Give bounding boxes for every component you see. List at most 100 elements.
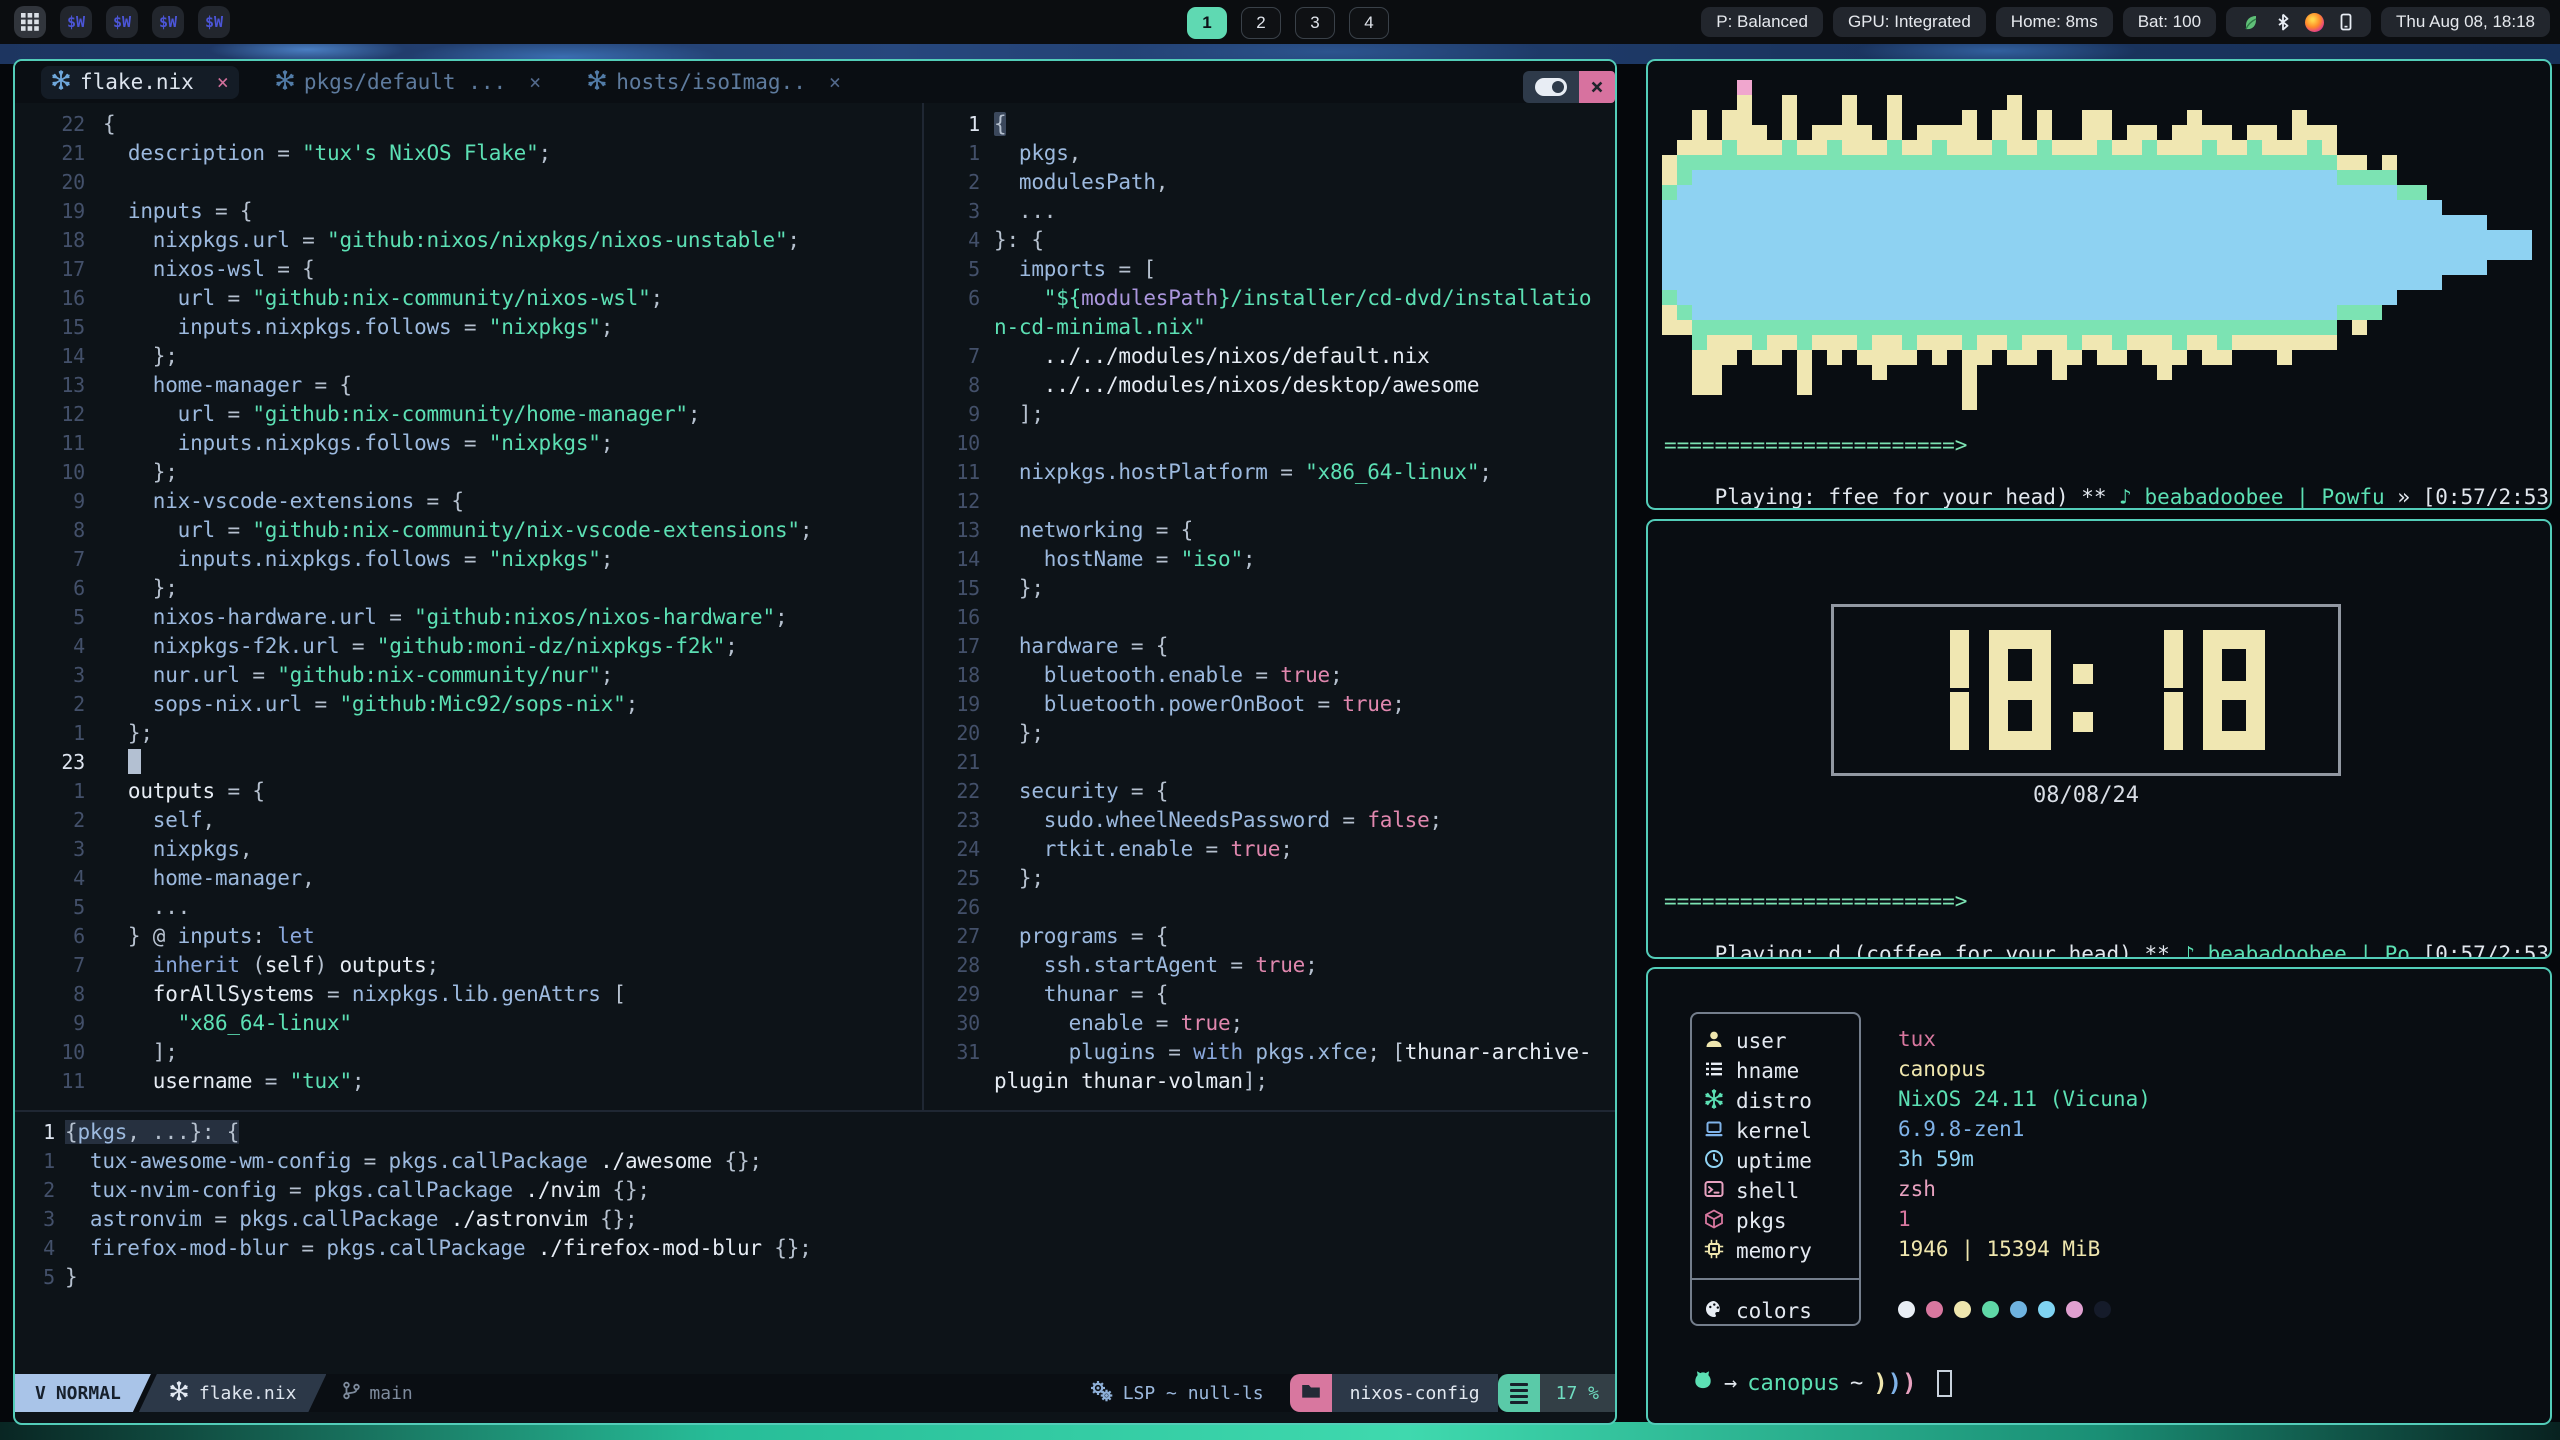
code-line[interactable]: plugin thunar-volman]; — [924, 1066, 1611, 1095]
code-line[interactable]: 4 nixpkgs-f2k.url = "github:moni-dz/nixp… — [21, 631, 920, 660]
code-line[interactable]: 4 firefox-mod-blur = pkgs.callPackage ./… — [21, 1233, 1611, 1262]
code-line[interactable]: 10 }; — [21, 457, 920, 486]
tag-1[interactable]: 1 — [1187, 7, 1227, 39]
code-line[interactable]: 3 astronvim = pkgs.callPackage ./astronv… — [21, 1204, 1611, 1233]
code-line[interactable]: 20 }; — [924, 718, 1611, 747]
code-line[interactable]: 7 inputs.nixpkgs.follows = "nixpkgs"; — [21, 544, 920, 573]
code-line[interactable]: 20 — [21, 167, 920, 196]
code-line[interactable]: 22 security = { — [924, 776, 1611, 805]
code-line[interactable]: 30 enable = true; — [924, 1008, 1611, 1037]
power-profile-pill[interactable]: P: Balanced — [1701, 7, 1823, 37]
code-line[interactable]: n-cd-minimal.nix" — [924, 312, 1611, 341]
phone-icon[interactable] — [2336, 12, 2356, 32]
workspace-button-1[interactable]: $W — [60, 6, 92, 38]
gpu-pill[interactable]: GPU: Integrated — [1833, 7, 1986, 37]
code-line[interactable]: 23 sudo.wheelNeedsPassword = false; — [924, 805, 1611, 834]
code-line[interactable]: 6 } @ inputs: let — [21, 921, 920, 950]
tab-pkgs-default[interactable]: pkgs/default ... × — [265, 66, 551, 99]
code-line[interactable]: 17 hardware = { — [924, 631, 1611, 660]
code-line[interactable]: 26 — [924, 892, 1611, 921]
code-line[interactable]: 10 ]; — [21, 1037, 920, 1066]
firefox-orb-icon[interactable] — [2305, 13, 2324, 32]
network-leaf-icon[interactable] — [2241, 12, 2261, 32]
code-line[interactable]: 21 — [924, 747, 1611, 776]
code-line[interactable]: 4}: { — [924, 225, 1611, 254]
code-line[interactable]: 8 forAllSystems = nixpkgs.lib.genAttrs [ — [21, 979, 920, 1008]
code-line[interactable]: 22{ — [21, 109, 920, 138]
code-line[interactable]: 7 inherit (self) outputs; — [21, 950, 920, 979]
code-line[interactable]: 8 url = "github:nix-community/nix-vscode… — [21, 515, 920, 544]
code-line[interactable]: 6 "${modulesPath}/installer/cd-dvd/insta… — [924, 283, 1611, 312]
tab-flake-nix[interactable]: flake.nix × — [41, 66, 239, 99]
toggle-button[interactable] — [1523, 71, 1579, 103]
bluetooth-icon[interactable] — [2273, 12, 2293, 32]
code-line[interactable]: 12 url = "github:nix-community/home-mana… — [21, 399, 920, 428]
workspace-button-3[interactable]: $W — [152, 6, 184, 38]
tag-3[interactable]: 3 — [1295, 7, 1335, 39]
code-line[interactable]: 12 — [924, 486, 1611, 515]
code-line[interactable]: 5} — [21, 1262, 1611, 1291]
code-line[interactable]: 3 nur.url = "github:nix-community/nur"; — [21, 660, 920, 689]
code-line[interactable]: 14 }; — [21, 341, 920, 370]
code-line[interactable]: 2 tux-nvim-config = pkgs.callPackage ./n… — [21, 1175, 1611, 1204]
code-line[interactable]: 3 ... — [924, 196, 1611, 225]
code-line[interactable]: 1 tux-awesome-wm-config = pkgs.callPacka… — [21, 1146, 1611, 1175]
tab-close-icon[interactable]: × — [529, 70, 541, 94]
code-line[interactable]: 19 inputs = { — [21, 196, 920, 225]
code-line[interactable]: 7 ../../modules/nixos/default.nix — [924, 341, 1611, 370]
code-line[interactable]: 2 self, — [21, 805, 920, 834]
code-line[interactable]: 16 — [924, 602, 1611, 631]
code-line[interactable]: 18 bluetooth.enable = true; — [924, 660, 1611, 689]
code-line[interactable]: 5 imports = [ — [924, 254, 1611, 283]
code-line[interactable]: 17 nixos-wsl = { — [21, 254, 920, 283]
code-line[interactable]: 1 pkgs, — [924, 138, 1611, 167]
code-line[interactable]: 13 networking = { — [924, 515, 1611, 544]
project-segment[interactable]: nixos-config — [1290, 1374, 1498, 1412]
code-line[interactable]: 25 }; — [924, 863, 1611, 892]
tag-4[interactable]: 4 — [1349, 7, 1389, 39]
code-line[interactable]: 15 inputs.nixpkgs.follows = "nixpkgs"; — [21, 312, 920, 341]
workspace-button-4[interactable]: $W — [198, 6, 230, 38]
code-line[interactable]: 1{ — [924, 109, 1611, 138]
tab-hosts-isoimage[interactable]: hosts/isoImag.. × — [577, 66, 851, 99]
tab-close-icon[interactable]: × — [217, 70, 229, 94]
horizontal-split-divider[interactable] — [15, 1110, 1615, 1112]
code-line[interactable]: 5 ... — [21, 892, 920, 921]
code-line[interactable]: 8 ../../modules/nixos/desktop/awesome — [924, 370, 1611, 399]
code-line[interactable]: 21 description = "tux's NixOS Flake"; — [21, 138, 920, 167]
code-line[interactable]: 14 hostName = "iso"; — [924, 544, 1611, 573]
tab-close-icon[interactable]: × — [829, 70, 841, 94]
launcher-button[interactable] — [14, 6, 46, 38]
code-line[interactable]: 2 modulesPath, — [924, 167, 1611, 196]
code-line[interactable]: 28 ssh.startAgent = true; — [924, 950, 1611, 979]
code-line[interactable]: 10 — [924, 428, 1611, 457]
code-line[interactable]: 13 home-manager = { — [21, 370, 920, 399]
code-line[interactable]: 23 — [21, 747, 920, 776]
shell-prompt[interactable]: → canopus ~ ))) — [1692, 1369, 1952, 1397]
code-line[interactable]: 1 outputs = { — [21, 776, 920, 805]
workspace-button-2[interactable]: $W — [106, 6, 138, 38]
code-line[interactable]: 29 thunar = { — [924, 979, 1611, 1008]
clock-pill[interactable]: Thu Aug 08, 18:18 — [2381, 7, 2550, 37]
tag-2[interactable]: 2 — [1241, 7, 1281, 39]
ping-pill[interactable]: Home: 8ms — [1996, 7, 2113, 37]
code-line[interactable]: 31 plugins = with pkgs.xfce; [thunar-arc… — [924, 1037, 1611, 1066]
code-line[interactable]: 11 inputs.nixpkgs.follows = "nixpkgs"; — [21, 428, 920, 457]
code-line[interactable]: 4 home-manager, — [21, 863, 920, 892]
code-line[interactable]: 11 nixpkgs.hostPlatform = "x86_64-linux"… — [924, 457, 1611, 486]
code-line[interactable]: 1{pkgs, ...}: { — [21, 1117, 1611, 1146]
code-line[interactable]: 9 ]; — [924, 399, 1611, 428]
battery-pill[interactable]: Bat: 100 — [2123, 7, 2216, 37]
code-line[interactable]: 9 "x86_64-linux" — [21, 1008, 920, 1037]
code-line[interactable]: 24 rtkit.enable = true; — [924, 834, 1611, 863]
code-line[interactable]: 15 }; — [924, 573, 1611, 602]
code-line[interactable]: 1 }; — [21, 718, 920, 747]
code-line[interactable]: 6 }; — [21, 573, 920, 602]
code-line[interactable]: 16 url = "github:nix-community/nixos-wsl… — [21, 283, 920, 312]
code-line[interactable]: 11 username = "tux"; — [21, 1066, 920, 1095]
code-line[interactable]: 9 nix-vscode-extensions = { — [21, 486, 920, 515]
window-close-button[interactable]: × — [1579, 71, 1615, 103]
code-line[interactable]: 3 nixpkgs, — [21, 834, 920, 863]
code-line[interactable]: 19 bluetooth.powerOnBoot = true; — [924, 689, 1611, 718]
code-line[interactable]: 5 nixos-hardware.url = "github:nixos/nix… — [21, 602, 920, 631]
